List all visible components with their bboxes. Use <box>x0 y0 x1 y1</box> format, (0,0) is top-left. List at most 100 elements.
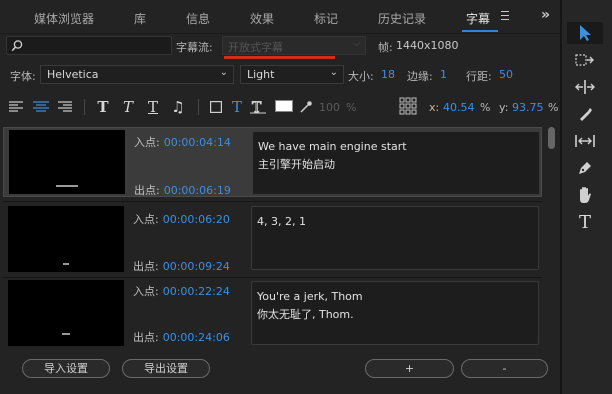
pen-tool-icon[interactable] <box>567 157 603 179</box>
caption-text-field[interactable]: We have main engine start 主引擎开始启动 <box>252 131 540 195</box>
list-divider <box>3 201 542 202</box>
opacity-percent: % <box>346 101 357 114</box>
caption-line: You're a jerk, Thom <box>257 290 363 303</box>
italic-icon[interactable]: T <box>120 98 136 116</box>
tab-overflow-icon[interactable]: » <box>541 7 550 23</box>
track-select-tool-icon[interactable] <box>567 49 603 71</box>
in-point-timecode[interactable]: 00:00:06:20 <box>163 213 230 226</box>
caption-stream-select[interactable]: 开放式字幕 ⌵ <box>222 36 366 55</box>
font-style-value: Light <box>247 68 275 81</box>
in-point: 入点: 00:00:06:20 <box>133 211 230 227</box>
music-note-icon[interactable]: ♫ <box>170 98 186 116</box>
type-tool-icon[interactable]: T <box>567 211 603 233</box>
eyedropper-icon[interactable] <box>298 98 314 116</box>
bold-icon[interactable]: T <box>95 98 111 116</box>
caption-preview-text <box>63 263 69 265</box>
size-value[interactable]: 18 <box>381 68 395 81</box>
text-color-icon[interactable]: T <box>229 98 245 116</box>
caption-list-scrollbar[interactable] <box>547 125 556 347</box>
tab-markers[interactable]: 标记 <box>314 10 338 27</box>
edge-value[interactable]: 1 <box>440 68 447 81</box>
tab-captions[interactable]: 字幕 <box>466 10 490 27</box>
caption-item[interactable]: 入点: 00:00:06:20 出点: 00:00:09:24 4, 3, 2, 1 <box>3 203 542 275</box>
align-right-icon[interactable] <box>57 98 73 116</box>
out-point-label: 出点: <box>134 184 160 197</box>
color-swatch[interactable] <box>275 100 293 112</box>
y-percent: % <box>548 101 559 114</box>
caption-text-field[interactable]: 4, 3, 2, 1 <box>251 206 539 270</box>
position-grid-icon[interactable] <box>398 97 418 115</box>
add-caption-button[interactable]: + <box>365 359 454 378</box>
background-color-icon[interactable] <box>208 98 224 116</box>
out-point-timecode[interactable]: 00:00:06:19 <box>164 184 231 197</box>
remove-caption-button[interactable]: - <box>461 359 548 378</box>
caption-list: 入点: 00:00:04:14 出点: 00:00:06:19 We have ma… <box>0 125 544 347</box>
out-point: 出点: 00:00:09:24 <box>133 258 230 274</box>
caption-line: 4, 3, 2, 1 <box>257 215 306 228</box>
x-value[interactable]: 40.54 <box>443 101 475 114</box>
font-family-select[interactable]: Helvetica ⌄ <box>40 65 234 84</box>
chevron-down-icon: ⌵ <box>353 39 360 49</box>
out-point-timecode[interactable]: 00:00:09:24 <box>163 260 230 273</box>
export-settings-button[interactable]: 导出设置 <box>122 359 210 378</box>
frame-label: 帧: <box>378 41 393 54</box>
ripple-edit-tool-icon[interactable] <box>567 76 603 98</box>
caption-thumbnail <box>8 280 124 346</box>
captions-panel: 媒体浏览器 库 信息 效果 标记 历史记录 字幕 » 字幕流: 开放式字幕 ⌵ … <box>0 0 560 394</box>
tab-effects[interactable]: 效果 <box>250 10 274 27</box>
hand-tool-icon[interactable] <box>567 184 603 206</box>
x-label: x: <box>429 101 440 114</box>
tab-bar: 媒体浏览器 库 信息 效果 标记 历史记录 字幕 » <box>0 0 560 34</box>
panel-menu-icon[interactable] <box>501 11 509 20</box>
import-settings-button[interactable]: 导入设置 <box>22 359 110 378</box>
opacity-value[interactable]: 100 <box>319 101 340 114</box>
out-point: 出点: 00:00:06:19 <box>134 182 231 198</box>
y-value[interactable]: 93.75 <box>512 101 544 114</box>
out-point-timecode[interactable]: 00:00:24:06 <box>163 331 230 344</box>
caption-line: 你太无耻了, Thom. <box>257 308 354 321</box>
in-point-timecode[interactable]: 00:00:04:14 <box>164 136 231 149</box>
tab-media-browser[interactable]: 媒体浏览器 <box>34 10 94 27</box>
red-underline-annotation <box>224 56 335 59</box>
caption-item[interactable]: 入点: 00:00:04:14 出点: 00:00:06:19 We have ma… <box>3 127 542 197</box>
razor-tool-icon[interactable] <box>567 103 603 125</box>
line-spacing-value[interactable]: 50 <box>499 68 513 81</box>
line-spacing-label: 行距: <box>466 70 492 83</box>
x-percent: % <box>480 101 491 114</box>
tab-history[interactable]: 历史记录 <box>378 10 426 27</box>
list-divider <box>3 277 542 278</box>
font-style-select[interactable]: Light ⌄ <box>240 65 344 84</box>
caption-line: We have main engine start <box>258 140 407 153</box>
y-label: y: <box>499 101 509 114</box>
caption-preview-text <box>56 185 78 187</box>
in-point: 入点: 00:00:04:14 <box>134 134 231 150</box>
tab-libraries[interactable]: 库 <box>134 10 146 27</box>
toolbar-divider <box>84 99 85 115</box>
out-point-label: 出点: <box>133 331 159 344</box>
caption-stream-label: 字幕流: <box>176 41 213 54</box>
out-point: 出点: 00:00:24:06 <box>133 329 230 345</box>
selection-tool-icon[interactable] <box>567 22 603 44</box>
in-point-label: 入点: <box>133 213 159 226</box>
toolbar-divider <box>198 99 199 115</box>
align-center-icon[interactable] <box>32 98 50 116</box>
font-family-value: Helvetica <box>47 68 99 81</box>
align-left-icon[interactable] <box>8 98 24 116</box>
edge-color-icon[interactable]: T <box>249 98 267 116</box>
caption-stream-value: 开放式字幕 <box>228 41 283 54</box>
search-input[interactable] <box>6 36 172 55</box>
chevron-down-icon: ⌄ <box>219 67 228 78</box>
caption-item[interactable]: 入点: 00:00:22:24 出点: 00:00:24:06 You're a j… <box>3 279 542 347</box>
scrollbar-thumb[interactable] <box>548 127 555 149</box>
tab-info[interactable]: 信息 <box>186 10 210 27</box>
search-icon <box>11 40 23 52</box>
slip-tool-icon[interactable] <box>567 130 603 152</box>
caption-text-field[interactable]: You're a jerk, Thom 你太无耻了, Thom. <box>251 281 539 345</box>
size-label: 大小: <box>348 70 374 83</box>
underline-icon[interactable]: T <box>145 98 161 116</box>
font-label: 字体: <box>10 70 36 83</box>
caption-thumbnail <box>8 206 124 272</box>
caption-line: 主引擎开始启动 <box>258 158 335 171</box>
in-point-timecode[interactable]: 00:00:22:24 <box>163 285 230 298</box>
svg-text:T: T <box>252 100 262 114</box>
